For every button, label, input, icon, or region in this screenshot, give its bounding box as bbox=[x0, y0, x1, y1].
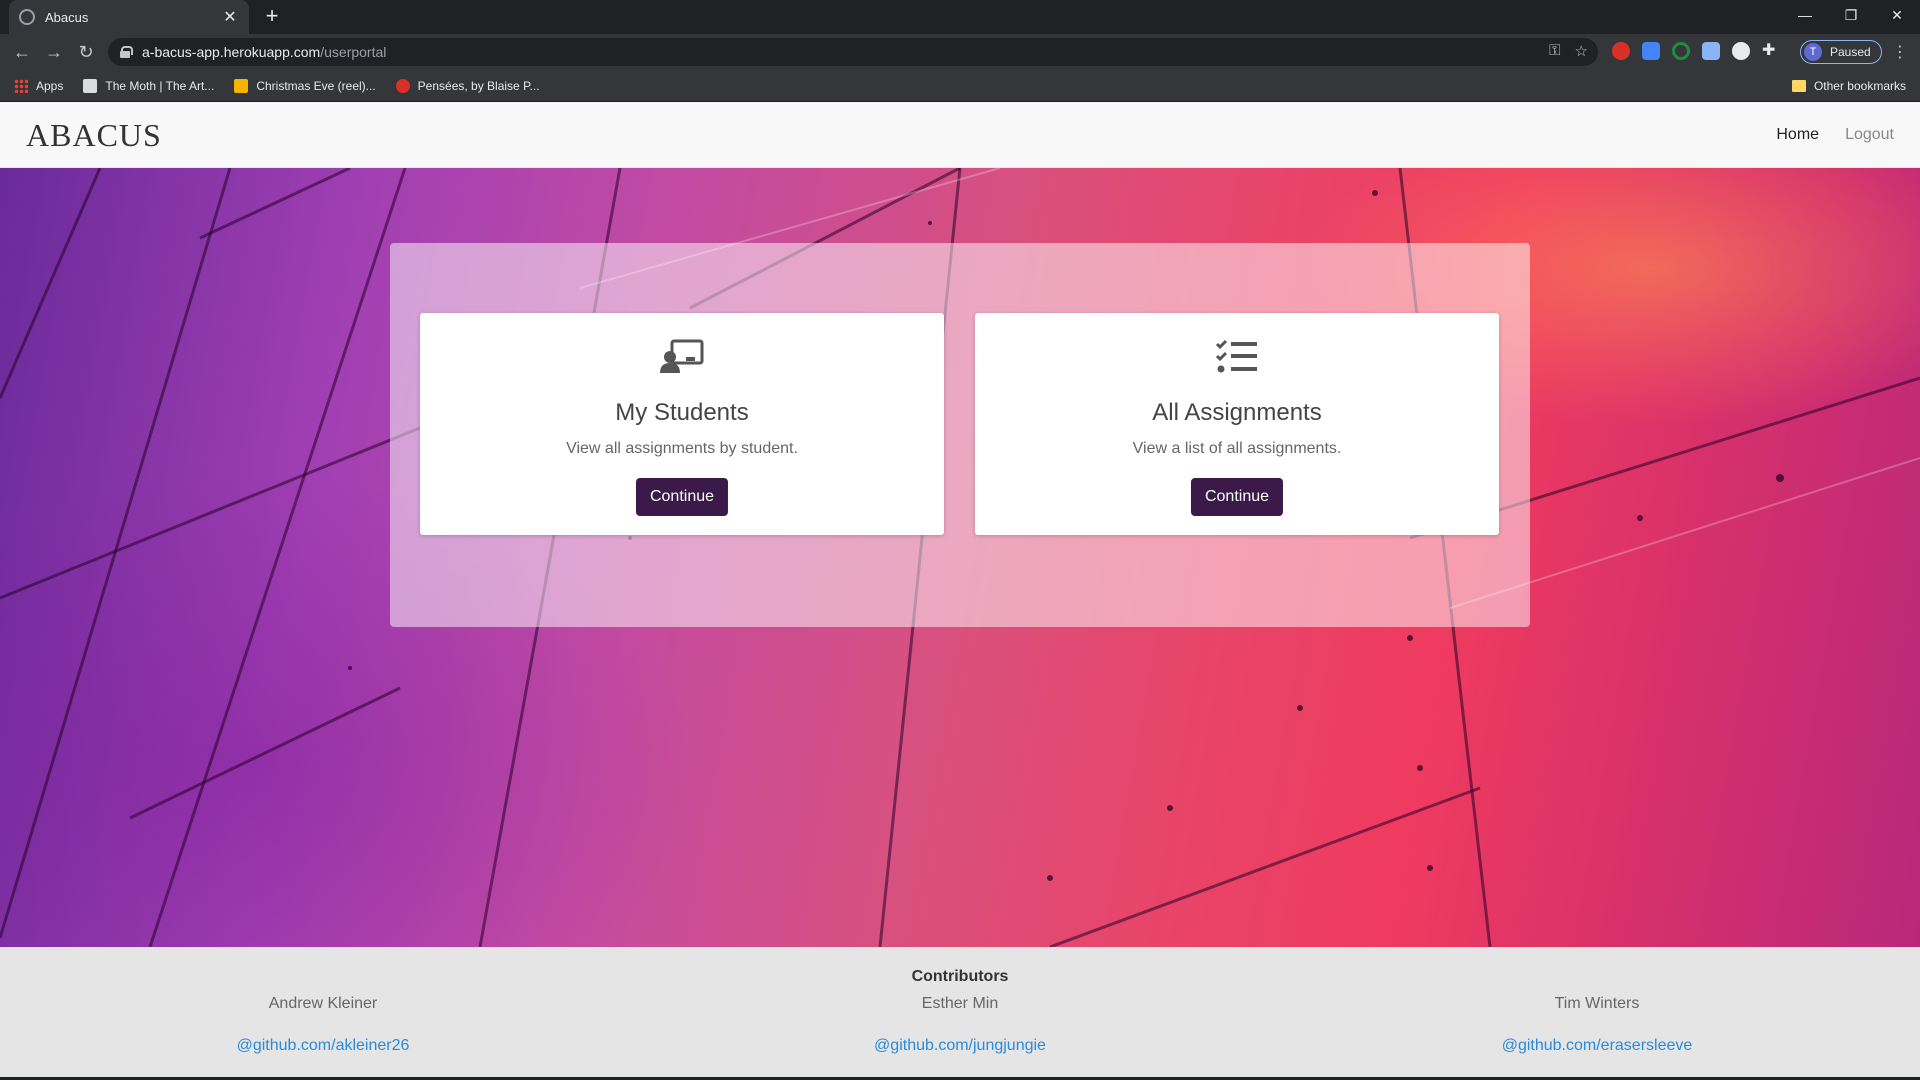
restore-icon[interactable]: ❐ bbox=[1828, 0, 1874, 30]
contributor-name: Andrew Kleiner bbox=[268, 995, 378, 1012]
contributor-andrew: Andrew Kleiner @github.com/akleiner26 bbox=[123, 995, 523, 1055]
browser-toolbar: ← → ↻ a-bacus-app.herokuapp.com/userport… bbox=[0, 34, 1920, 70]
puzzle-icon[interactable]: ✚ bbox=[1762, 42, 1780, 60]
card-title: My Students bbox=[615, 399, 749, 426]
bookmarks-bar: Apps The Moth | The Art... Christmas Eve… bbox=[0, 70, 1920, 102]
bookmark-moth[interactable]: The Moth | The Art... bbox=[83, 78, 215, 93]
avatar: T bbox=[1804, 43, 1822, 61]
extension-ring-icon[interactable] bbox=[1672, 42, 1690, 60]
footer: Contributors Andrew Kleiner @github.com/… bbox=[0, 947, 1920, 1080]
contributor-name: Tim Winters bbox=[1554, 995, 1640, 1012]
contributors-heading: Contributors bbox=[911, 968, 1009, 985]
translate-icon[interactable] bbox=[1642, 42, 1660, 60]
star-icon[interactable]: ☆ bbox=[1575, 42, 1588, 60]
bookmark-apps[interactable]: Apps bbox=[14, 78, 64, 93]
window-controls: — ❐ ✕ bbox=[1782, 0, 1920, 30]
bookmark-label: The Moth | The Art... bbox=[105, 78, 215, 93]
url-host: a-bacus-app.herokuapp.com bbox=[142, 44, 321, 60]
url-path: /userportal bbox=[320, 44, 387, 60]
profile-status: Paused bbox=[1830, 45, 1871, 59]
folder-icon bbox=[1791, 80, 1806, 92]
bookmark-label: Pensées, by Blaise P... bbox=[417, 78, 540, 93]
browser-tab-strip: Abacus ✕ + — ❐ ✕ bbox=[0, 0, 1920, 34]
other-bookmarks[interactable]: Other bookmarks bbox=[1791, 79, 1906, 93]
app-navbar: ABACUS Home Logout bbox=[0, 102, 1920, 168]
s-icon bbox=[234, 78, 249, 93]
extension-circle-icon[interactable] bbox=[1732, 42, 1750, 60]
all-assignments-card: All Assignments View a list of all assig… bbox=[975, 313, 1499, 535]
apps-grid-icon bbox=[14, 78, 28, 93]
extensions-area: ✚ bbox=[1612, 42, 1780, 60]
nav-logout-link[interactable]: Logout bbox=[1845, 126, 1894, 144]
close-icon[interactable]: ✕ bbox=[221, 7, 239, 27]
checklist-icon bbox=[1215, 339, 1257, 373]
card-description: View all assignments by student. bbox=[566, 440, 798, 457]
profile-button[interactable]: T Paused bbox=[1800, 40, 1882, 64]
browser-tab[interactable]: Abacus ✕ bbox=[9, 0, 249, 34]
my-students-continue-button[interactable]: Continue bbox=[635, 478, 729, 516]
kebab-menu-icon[interactable]: ⋮ bbox=[1892, 42, 1908, 62]
extension-red-icon[interactable] bbox=[1612, 42, 1630, 60]
other-bookmarks-label: Other bookmarks bbox=[1813, 79, 1906, 93]
new-tab-button[interactable]: + bbox=[258, 2, 286, 30]
card-description: View a list of all assignments. bbox=[1132, 440, 1342, 457]
pensees-icon bbox=[395, 78, 410, 93]
window-close-icon[interactable]: ✕ bbox=[1874, 0, 1920, 30]
bookmark-label: Christmas Eve (reel)... bbox=[256, 78, 376, 93]
back-arrow-icon[interactable]: ← bbox=[8, 38, 36, 66]
contributor-tim: Tim Winters @github.com/erasersleeve bbox=[1397, 995, 1797, 1055]
globe-icon bbox=[19, 9, 35, 25]
forward-arrow-icon[interactable]: → bbox=[40, 38, 68, 66]
bookmark-label: Apps bbox=[36, 78, 64, 93]
teacher-board-icon bbox=[660, 339, 704, 373]
contributor-github-link[interactable]: @github.com/erasersleeve bbox=[1397, 1037, 1797, 1055]
reload-icon[interactable]: ↻ bbox=[72, 38, 100, 66]
card-title: All Assignments bbox=[1152, 399, 1322, 426]
contributor-github-link[interactable]: @github.com/jungjungie bbox=[760, 1037, 1160, 1055]
key-icon[interactable]: ⚿ bbox=[1549, 42, 1560, 60]
contributor-esther: Esther Min @github.com/jungjungie bbox=[760, 995, 1160, 1055]
brand-logo[interactable]: ABACUS bbox=[26, 117, 162, 154]
moth-icon bbox=[83, 78, 98, 93]
extension-cast-icon[interactable] bbox=[1702, 42, 1720, 60]
contributor-github-link[interactable]: @github.com/akleiner26 bbox=[123, 1037, 523, 1055]
minimize-icon[interactable]: — bbox=[1782, 0, 1828, 30]
address-bar[interactable]: a-bacus-app.herokuapp.com/userportal ⚿ ☆ bbox=[108, 38, 1598, 66]
bookmark-christmas-eve[interactable]: Christmas Eve (reel)... bbox=[234, 78, 376, 93]
lock-icon[interactable] bbox=[120, 46, 133, 58]
my-students-card: My Students View all assignments by stud… bbox=[420, 313, 944, 535]
bookmark-pensees[interactable]: Pensées, by Blaise P... bbox=[395, 78, 540, 93]
tab-title: Abacus bbox=[45, 9, 89, 25]
nav-home-link[interactable]: Home bbox=[1776, 126, 1819, 144]
all-assignments-continue-button[interactable]: Continue bbox=[1190, 478, 1284, 516]
contributor-name: Esther Min bbox=[921, 995, 999, 1012]
nav-links: Home Logout bbox=[1776, 126, 1894, 144]
